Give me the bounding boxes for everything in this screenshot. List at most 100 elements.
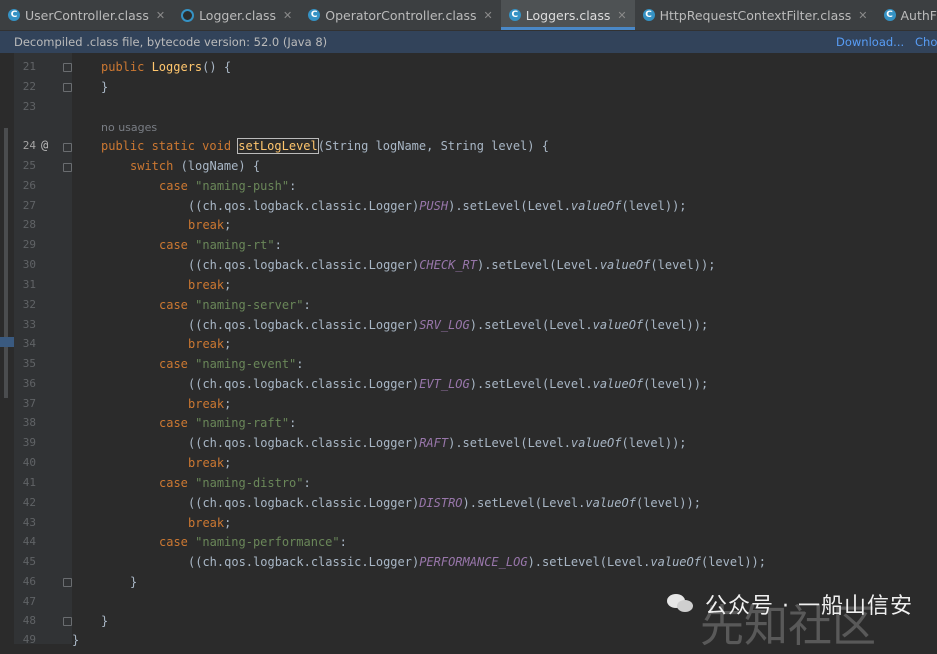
code-line: ((ch.qos.logback.classic.Logger)RAFT).se…: [188, 436, 687, 450]
code-line: ((ch.qos.logback.classic.Logger)CHECK_RT…: [188, 258, 715, 272]
code-line: }: [130, 575, 137, 589]
code-text: ).setLevel(Level.: [448, 199, 571, 213]
line-number: 24: [14, 139, 36, 152]
wechat-icon: [667, 592, 697, 616]
code-text: ((ch.qos.logback.classic.Logger): [188, 555, 419, 569]
fold-icon[interactable]: [63, 63, 72, 72]
editor-tab-bar: C UserController.class ✕ Logger.class ✕ …: [0, 0, 937, 31]
choose-sources-link[interactable]: Cho: [915, 35, 937, 49]
method-name: setLogLevel: [238, 139, 317, 153]
keyword: case: [159, 238, 188, 252]
code-line: break;: [188, 456, 231, 470]
method-call: valueOf: [650, 555, 701, 569]
code-line: case "naming-rt":: [159, 238, 282, 252]
line-number: 29: [14, 238, 36, 251]
line-number: 47: [14, 595, 36, 608]
tab-authfilter[interactable]: C AuthFilter.class ✕: [876, 0, 937, 30]
line-number: 37: [14, 397, 36, 410]
tab-httprequestcontextfilter[interactable]: C HttpRequestContextFilter.class ✕: [635, 0, 876, 30]
code-line: ((ch.qos.logback.classic.Logger)DISTRO).…: [188, 496, 701, 510]
keyword: case: [159, 357, 188, 371]
code-line: case "naming-performance":: [159, 535, 347, 549]
code-line: case "naming-event":: [159, 357, 304, 371]
code-text: () {: [202, 60, 231, 74]
close-icon[interactable]: ✕: [858, 9, 867, 22]
static-field: RAFT: [419, 436, 448, 450]
watermark: 公众号 · 一船山信安: [667, 584, 913, 624]
keyword: case: [159, 416, 188, 430]
keyword: break: [188, 516, 224, 530]
line-number: 35: [14, 357, 36, 370]
close-icon[interactable]: ✕: [156, 9, 165, 22]
override-marker-icon[interactable]: @: [41, 138, 48, 152]
line-number: 46: [14, 575, 36, 588]
line-number: 36: [14, 377, 36, 390]
code-text: ).setLevel(Level.: [470, 318, 593, 332]
keyword: break: [188, 278, 224, 292]
line-number: 45: [14, 555, 36, 568]
code-text: ).setLevel(Level.: [477, 258, 600, 272]
keyword: break: [188, 218, 224, 232]
code-text: ((ch.qos.logback.classic.Logger): [188, 318, 419, 332]
string-literal: "naming-push": [195, 179, 289, 193]
close-icon[interactable]: ✕: [484, 9, 493, 22]
code-line: }: [101, 80, 108, 94]
static-field: SRV_LOG: [419, 318, 470, 332]
code-line: case "naming-server":: [159, 298, 311, 312]
string-literal: "naming-performance": [195, 535, 340, 549]
download-link[interactable]: Download...: [836, 35, 904, 49]
code-line: break;: [188, 278, 231, 292]
decompiled-message: Decompiled .class file, bytecode version…: [14, 35, 327, 49]
code-line: case "naming-distro":: [159, 476, 311, 490]
left-tool-stripe: [0, 53, 14, 644]
tab-operatorcontroller[interactable]: C OperatorController.class ✕: [300, 0, 501, 30]
keyword: break: [188, 397, 224, 411]
tab-label: OperatorController.class: [325, 8, 476, 23]
fold-icon[interactable]: [63, 617, 72, 626]
fold-icon[interactable]: [63, 163, 72, 172]
code-line: ((ch.qos.logback.classic.Logger)PUSH).se…: [188, 199, 687, 213]
keyword: case: [159, 298, 188, 312]
code-text: (level));: [643, 318, 708, 332]
code-text: ((ch.qos.logback.classic.Logger): [188, 377, 419, 391]
code-line: break;: [188, 337, 231, 351]
fold-icon[interactable]: [63, 578, 72, 587]
tab-label: Logger.class: [199, 8, 276, 23]
code-text: ).setLevel(Level.: [448, 436, 571, 450]
line-number: 30: [14, 258, 36, 271]
line-number: 32: [14, 298, 36, 311]
code-line: switch (logName) {: [130, 159, 260, 173]
line-number: 44: [14, 535, 36, 548]
static-field: PERFORMANCE_LOG: [419, 555, 527, 569]
string-literal: "naming-rt": [195, 238, 274, 252]
string-literal: "naming-distro": [195, 476, 303, 490]
tab-loggers[interactable]: C Loggers.class ✕: [501, 0, 635, 30]
close-icon[interactable]: ✕: [617, 9, 626, 22]
fold-icon[interactable]: [63, 143, 72, 152]
keyword: public static void: [101, 139, 238, 153]
line-number: 28: [14, 218, 36, 231]
line-number: 41: [14, 476, 36, 489]
code-text: ((ch.qos.logback.classic.Logger): [188, 496, 419, 510]
method-call: valueOf: [571, 199, 622, 213]
code-line: }: [72, 633, 79, 647]
close-icon[interactable]: ✕: [283, 9, 292, 22]
keyword: break: [188, 456, 224, 470]
method-call: valueOf: [600, 258, 651, 272]
code-line: case "naming-raft":: [159, 416, 296, 430]
line-number: 34: [14, 337, 36, 350]
code-text: ).setLevel(Level.: [528, 555, 651, 569]
code-line: break;: [188, 218, 231, 232]
interface-icon: [181, 9, 194, 22]
tab-usercontroller[interactable]: C UserController.class ✕: [0, 0, 173, 30]
class-icon: C: [643, 9, 655, 21]
keyword: public: [101, 60, 152, 74]
code-line: public Loggers() {: [101, 60, 231, 74]
code-line: case "naming-push":: [159, 179, 296, 193]
fold-icon[interactable]: [63, 83, 72, 92]
line-number: 42: [14, 496, 36, 509]
usage-hint[interactable]: no usages: [101, 121, 157, 134]
watermark-text: 公众号 · 一船山信安: [705, 588, 913, 620]
class-icon: C: [308, 9, 320, 21]
tab-logger[interactable]: Logger.class ✕: [173, 0, 300, 30]
